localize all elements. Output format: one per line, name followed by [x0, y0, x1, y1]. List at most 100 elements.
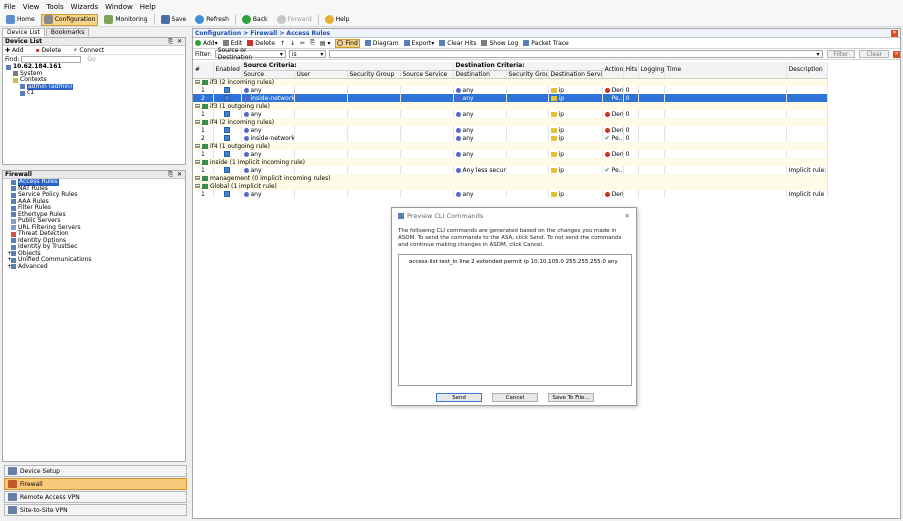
enabled-checkbox[interactable]	[224, 95, 230, 101]
col-user[interactable]: User	[294, 70, 348, 79]
add-rule-button[interactable]: Add ▾	[195, 40, 218, 47]
export-button[interactable]: Export ▾	[403, 40, 434, 47]
col-num[interactable]: #	[193, 62, 214, 79]
collapse-icon[interactable]: ⊟	[195, 103, 202, 110]
find-input[interactable]	[21, 56, 82, 63]
rule-row[interactable]: 1 any Any less secure ... ip ✔Pe... Implicit …	[193, 166, 828, 174]
filter-value-input[interactable]: ▾	[329, 50, 823, 58]
enabled-checkbox[interactable]	[224, 111, 230, 117]
rule-row[interactable]: 1 any any ip Deny0	[193, 126, 828, 134]
edit-rule-button[interactable]: Edit	[222, 40, 242, 47]
tab-bookmarks[interactable]: Bookmarks	[45, 28, 90, 36]
col-hits[interactable]: Hits	[623, 62, 639, 79]
col-description[interactable]: Description	[786, 62, 828, 79]
configuration-button[interactable]: Configuration	[40, 13, 99, 26]
go-button[interactable]: Go	[87, 56, 95, 63]
dialog-close-icon[interactable]: ✕	[625, 212, 630, 220]
packet-trace-button[interactable]: Packet Trace	[523, 40, 569, 47]
back-button[interactable]: Back	[239, 14, 271, 26]
col-action[interactable]: Action	[602, 62, 624, 79]
paste-button[interactable]: ▤ ▾	[320, 40, 331, 47]
filter-button[interactable]: Filter	[826, 50, 856, 58]
enabled-checkbox[interactable]	[224, 191, 230, 197]
collapse-icon[interactable]: ⊟	[195, 119, 202, 126]
enabled-checkbox[interactable]	[224, 87, 230, 93]
tree-item-c1[interactable]: c1	[6, 89, 185, 97]
cut-button[interactable]: ✂	[300, 40, 305, 47]
col-destination-service[interactable]: Destination Service	[548, 70, 603, 79]
help-button[interactable]: Help	[322, 14, 353, 26]
filter-operator-select[interactable]: is ▾	[288, 50, 327, 58]
diagram-button[interactable]: Diagram	[364, 40, 399, 47]
rule-group-row[interactable]: ⊟ if3 (2 incoming rules)	[193, 78, 828, 86]
col-source-service[interactable]: Source Service	[400, 70, 454, 79]
clear-hits-button[interactable]: Clear Hits	[439, 40, 476, 47]
nav-device-setup[interactable]: Device Setup	[4, 465, 187, 477]
rule-group-row[interactable]: ⊟ if3 (1 outgoing rule)	[193, 102, 828, 110]
enabled-checkbox[interactable]	[224, 167, 230, 173]
menu-tools[interactable]: Tools	[46, 3, 63, 11]
rule-row[interactable]: 1 any any ip Deny Implicit rule	[193, 190, 828, 198]
tree-item-advanced[interactable]: + Advanced	[7, 263, 185, 271]
move-up-button[interactable]: ↑	[280, 40, 285, 47]
panel-controls[interactable]: ⎘ ✕	[168, 38, 183, 46]
collapse-icon[interactable]: ⊟	[195, 183, 202, 190]
col-logging[interactable]: Logging	[638, 62, 665, 79]
menu-wizards[interactable]: Wizards	[71, 3, 99, 11]
menu-window[interactable]: Window	[105, 3, 133, 11]
rule-row[interactable]: 2 inside-network/24 any ip ✔Pe...0	[193, 94, 828, 102]
panel-controls[interactable]: ⎘ ✕	[168, 171, 183, 179]
filter-close-icon[interactable]: ✕	[893, 50, 900, 58]
monitoring-button[interactable]: Monitoring	[101, 14, 150, 26]
col-source[interactable]: Source	[241, 70, 295, 79]
cli-commands-box[interactable]: access-list test_in line 2 extended perm…	[398, 254, 632, 386]
copy-button[interactable]: ⎘	[310, 39, 315, 47]
menu-help[interactable]: Help	[140, 3, 156, 11]
collapse-icon[interactable]: ⊟	[195, 143, 202, 150]
delete-rule-button[interactable]: Delete	[247, 40, 275, 47]
find-button[interactable]: Find	[335, 38, 360, 48]
rule-row[interactable]: 2 inside-network/24 any ip ✔Pe...0	[193, 134, 828, 142]
collapse-icon[interactable]: ⊟	[195, 159, 202, 166]
tab-device-list[interactable]: Device List	[2, 28, 45, 36]
col-time[interactable]: Time	[664, 62, 787, 79]
show-log-button[interactable]: Show Log	[481, 40, 518, 47]
menu-file[interactable]: File	[4, 3, 16, 11]
close-icon[interactable]: ✕	[891, 29, 898, 37]
col-enabled[interactable]: Enabled	[213, 62, 242, 79]
rule-group-row[interactable]: ⊟ Global (1 implicit rule)	[193, 182, 828, 190]
col-dest-security-group[interactable]: Security Group	[506, 70, 549, 79]
rule-row[interactable]: 1 any any ip Deny0	[193, 150, 828, 158]
enabled-checkbox[interactable]	[224, 135, 230, 141]
send-button[interactable]: Send	[436, 393, 482, 402]
forward-button[interactable]: Forward	[274, 14, 315, 26]
home-button[interactable]: Home	[3, 14, 38, 26]
save-to-file-button[interactable]: Save To File...	[548, 393, 594, 402]
save-button[interactable]: Save	[158, 14, 190, 26]
rule-group-row[interactable]: ⊟ if4 (2 incoming rules)	[193, 118, 828, 126]
enabled-checkbox[interactable]	[224, 127, 230, 133]
clear-filter-button[interactable]: Clear	[859, 50, 890, 58]
add-device-button[interactable]: ✚ Add	[5, 47, 30, 54]
move-down-button[interactable]: ↓	[290, 40, 295, 47]
nav-remote-access-vpn[interactable]: Remote Access VPN	[4, 491, 187, 503]
connect-button[interactable]: ⚡ Connect	[73, 47, 110, 54]
nav-site-to-site-vpn[interactable]: Site-to-Site VPN	[4, 504, 187, 516]
menu-view[interactable]: View	[23, 3, 40, 11]
enabled-checkbox[interactable]	[224, 151, 230, 157]
rule-group-row[interactable]: ⊟ inside (1 implicit incoming rule)	[193, 158, 828, 166]
rule-group-row[interactable]: ⊟ if4 (1 outgoing rule)	[193, 142, 828, 150]
refresh-button[interactable]: Refresh	[192, 14, 232, 26]
nav-firewall[interactable]: Firewall	[4, 478, 187, 490]
collapse-icon[interactable]: ⊟	[195, 79, 202, 86]
rule-service-text: ip	[558, 150, 565, 158]
filter-field-select[interactable]: Source or Destination ▾	[214, 47, 286, 61]
rule-row[interactable]: 1 any any ip Deny0	[193, 86, 828, 94]
col-source-security-group[interactable]: Security Group	[347, 70, 401, 79]
col-destination[interactable]: Destination	[453, 70, 507, 79]
rule-row[interactable]: 1 any any ip Deny0	[193, 110, 828, 118]
cancel-button[interactable]: Cancel	[492, 393, 538, 402]
collapse-icon[interactable]: ⊟	[195, 175, 202, 182]
delete-device-button[interactable]: ▪ Delete	[36, 47, 68, 54]
rule-group-row[interactable]: ⊟ management (0 implicit incoming rules)	[193, 174, 828, 182]
